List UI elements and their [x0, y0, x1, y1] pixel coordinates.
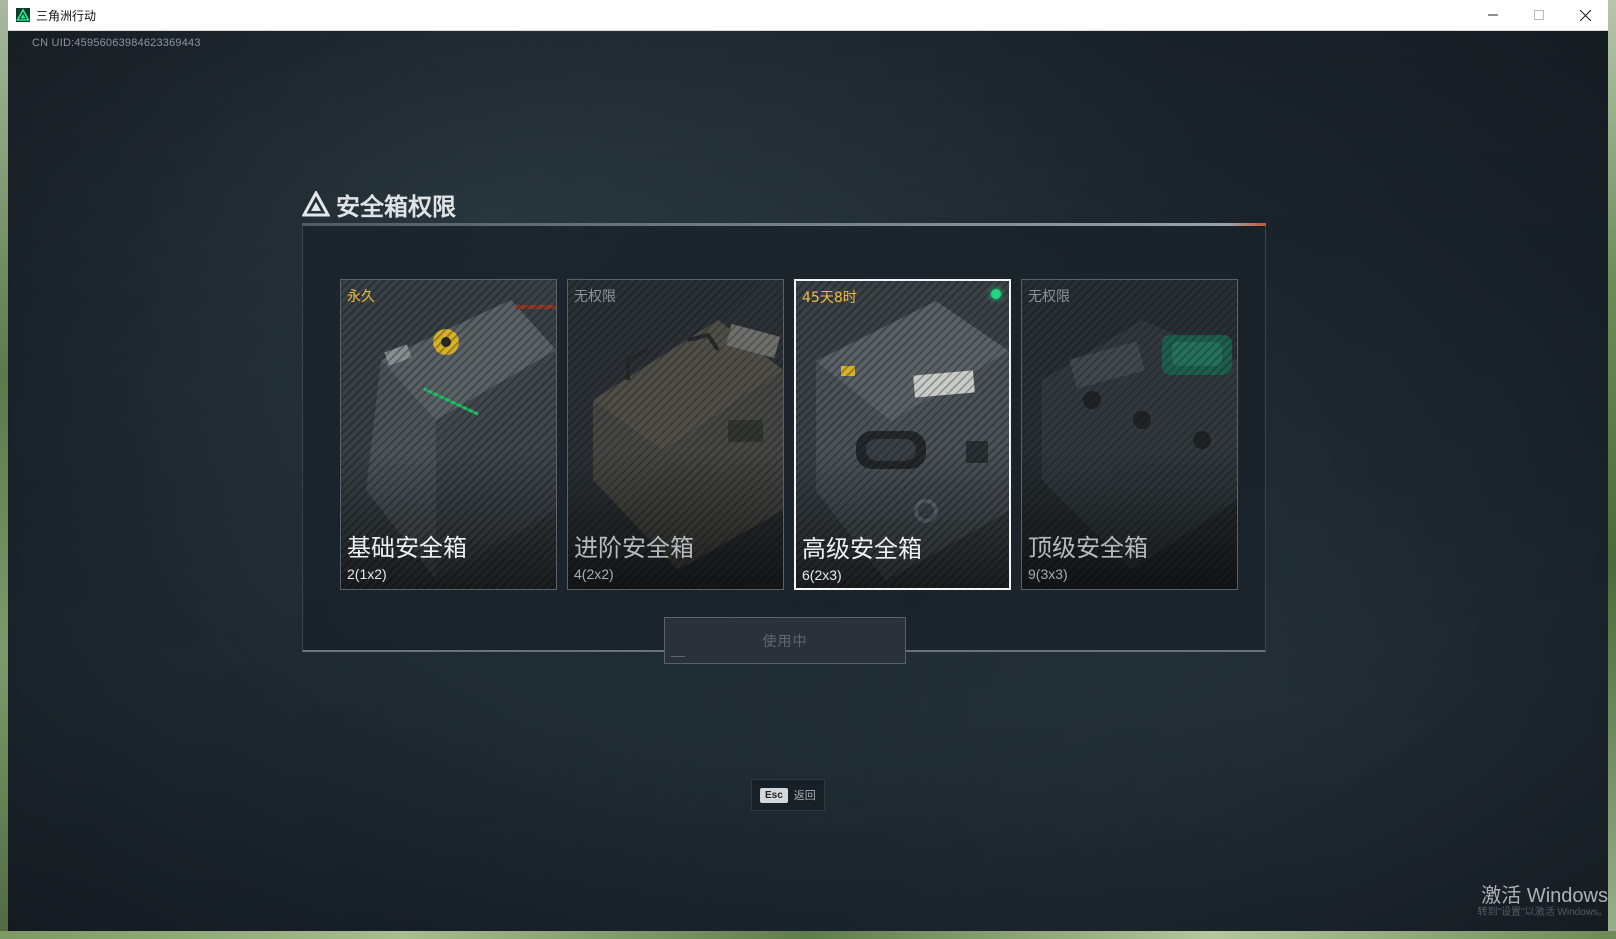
minimize-button[interactable]: [1470, 0, 1516, 30]
panel-header-line: [302, 223, 1266, 226]
desktop-background-left: [0, 0, 8, 939]
safebox-card-advanced[interactable]: 无权限 进阶安全箱 4(2x2): [567, 279, 784, 590]
card-status: 永久: [347, 289, 375, 305]
esc-key-badge: Esc: [760, 787, 788, 803]
card-capacity: 4(2x2): [574, 566, 614, 582]
maximize-icon: [1534, 10, 1544, 20]
back-hint[interactable]: Esc 返回: [751, 779, 825, 811]
safebox-card-basic[interactable]: 永久 基础安全箱 2(1x2): [340, 279, 557, 590]
title-bar[interactable]: 三角洲行动: [8, 0, 1608, 31]
safebox-card-list: 永久 基础安全箱 2(1x2) 无权限 进阶安全箱 4(2x2) 45天8时 高…: [340, 279, 1238, 590]
game-viewport: CN UID:4595606398462336​9443 安全箱权限: [8, 31, 1608, 931]
back-label: 返回: [793, 789, 816, 802]
card-name: 进阶安全箱: [574, 534, 694, 562]
maximize-button[interactable]: [1516, 0, 1562, 30]
card-name: 顶级安全箱: [1028, 534, 1148, 562]
game-window: 三角洲行动 CN UID:4595606398462336​9443 安全箱权限: [8, 0, 1608, 931]
card-status: 无权限: [574, 289, 616, 305]
card-capacity: 2(1x2): [347, 566, 387, 582]
active-indicator-dot: [991, 289, 1001, 299]
card-status: 无权限: [1028, 289, 1070, 305]
delta-logo-icon: [302, 191, 330, 217]
uid-label: CN UID:4595606398462336​9443: [32, 37, 201, 49]
desktop-background-bottom: [0, 931, 1616, 939]
close-button[interactable]: [1562, 0, 1608, 30]
card-capacity: 9(3x3): [1028, 566, 1068, 582]
card-name: 基础安全箱: [347, 534, 467, 562]
minimize-icon: [1488, 14, 1498, 16]
close-icon: [1579, 9, 1591, 21]
card-capacity: 6(2x3): [802, 567, 842, 583]
panel-header: 安全箱权限: [302, 187, 456, 221]
card-name: 高级安全箱: [802, 535, 922, 563]
window-title: 三角洲行动: [36, 8, 97, 23]
panel-title: 安全箱权限: [336, 192, 456, 221]
windows-activation-subtext: 转到"设置"以激活 Windows。: [1477, 907, 1608, 918]
window-controls: [1470, 0, 1608, 30]
safebox-card-premium[interactable]: 45天8时 高级安全箱 6(2x3): [794, 279, 1011, 590]
card-status: 45天8时: [802, 290, 857, 306]
in-use-button-label: 使用中: [762, 633, 808, 650]
safebox-card-top[interactable]: 无权限 顶级安全箱 9(3x3): [1021, 279, 1238, 590]
app-logo-icon: [16, 8, 30, 22]
in-use-button[interactable]: 使用中: [664, 617, 906, 664]
desktop-background-right: [1608, 0, 1616, 939]
